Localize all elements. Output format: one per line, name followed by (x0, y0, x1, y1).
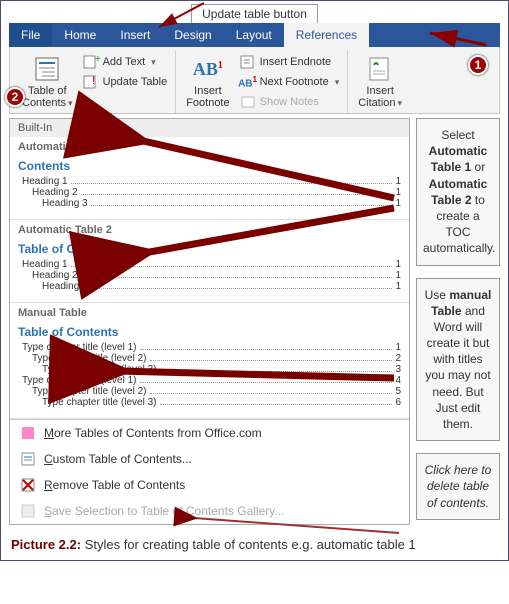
manual-rows: Type chapter title (level 1)1Type chapte… (18, 342, 401, 408)
update-table-icon: ! (83, 74, 99, 90)
citation-label: Insert Citation▾ (358, 85, 402, 109)
toc-row: Type chapter title (level 2)5 (32, 386, 401, 397)
toc-row: Heading 31 (42, 198, 401, 209)
office-icon (20, 425, 36, 441)
menu-more-office[interactable]: More Tables of Contents from Office.com (10, 420, 409, 446)
badge-1: 1 (468, 55, 488, 75)
toc-button[interactable]: Table of Contents▾ (18, 53, 77, 111)
toc-row: Heading 31 (42, 281, 401, 292)
tab-file[interactable]: File (9, 23, 52, 47)
insert-endnote-button[interactable]: Insert Endnote (238, 53, 342, 71)
auto1-heading: Contents (18, 159, 401, 173)
auto2-title: Automatic Table 2 (18, 224, 401, 236)
tab-layout[interactable]: Layout (224, 23, 284, 47)
toc-gallery: Built-In Automatic Table 1 Contents Head… (9, 118, 410, 525)
toc-row: Type chapter title (level 1)1 (22, 342, 401, 353)
gallery-item-auto2[interactable]: Automatic Table 2 Table of Contents Head… (10, 220, 409, 303)
group-citations: Insert Citation▾ (348, 51, 412, 113)
figure-caption: Picture 2.2: Styles for creating table o… (1, 529, 508, 560)
toc-label: Table of Contents▾ (22, 85, 73, 109)
toc-icon (33, 55, 61, 83)
toc-row: Type chapter title (level 3)3 (42, 364, 401, 375)
tab-design[interactable]: Design (162, 23, 223, 47)
insert-footnote-button[interactable]: AB1 Insert Footnote (182, 53, 233, 111)
callout-automatic: Select Automatic Table 1 or Automatic Ta… (416, 118, 500, 266)
svg-text:!: ! (92, 75, 95, 87)
update-table-button[interactable]: ! Update Table (81, 73, 170, 91)
ribbon-tabs: File Home Insert Design Layout Reference… (9, 23, 500, 47)
auto1-title: Automatic Table 1 (18, 141, 401, 153)
endnote-icon (240, 54, 256, 70)
gallery-item-auto1[interactable]: Automatic Table 1 Contents Heading 11Hea… (10, 137, 409, 220)
group-toc: Table of Contents▾ + Add Text▾ ! Update … (12, 51, 176, 113)
gallery-menu: More Tables of Contents from Office.com … (10, 419, 409, 524)
callout-manual: Use manual Table and Word will create it… (416, 278, 500, 442)
save-gallery-icon (20, 503, 36, 519)
menu-remove-toc[interactable]: Remove Table of Contents (10, 472, 409, 498)
insert-citation-button[interactable]: Insert Citation▾ (354, 53, 406, 111)
remove-toc-icon (20, 477, 36, 493)
add-text-button[interactable]: + Add Text▾ (81, 53, 170, 71)
gallery-header: Built-In (10, 119, 409, 137)
callout-remove: Click here to delete table of contents. (416, 453, 500, 520)
footnote-icon: AB1 (194, 55, 222, 83)
menu-save-selection: Save Selection to Table of Contents Gall… (10, 498, 409, 524)
badge-2: 2 (5, 87, 25, 107)
auto2-rows: Heading 11Heading 21Heading 31 (18, 259, 401, 292)
manual-title: Manual Table (18, 307, 401, 319)
svg-text:+: + (95, 54, 101, 65)
next-footnote-icon: AB1 (240, 74, 256, 90)
manual-heading: Table of Contents (18, 325, 401, 339)
group-footnotes: AB1 Insert Footnote Insert Endnote AB1 N… (176, 51, 348, 113)
gallery-item-manual[interactable]: Manual Table Table of Contents Type chap… (10, 303, 409, 419)
toc-row: Heading 21 (32, 270, 401, 281)
next-footnote-button[interactable]: AB1 Next Footnote▾ (238, 73, 342, 91)
toc-row: Heading 21 (32, 187, 401, 198)
update-table-label: Update table button (191, 4, 318, 24)
auto2-heading: Table of Contents (18, 242, 401, 256)
citation-icon (366, 55, 394, 83)
ribbon-body: Table of Contents▾ + Add Text▾ ! Update … (9, 47, 500, 114)
auto1-rows: Heading 11Heading 21Heading 31 (18, 176, 401, 209)
tab-insert[interactable]: Insert (108, 23, 162, 47)
toc-row: Type chapter title (level 2)2 (32, 353, 401, 364)
show-notes-icon (240, 94, 256, 110)
add-text-icon: + (83, 54, 99, 70)
toc-row: Heading 11 (22, 259, 401, 270)
upper-annotation: Update table button (1, 1, 508, 23)
custom-toc-icon (20, 451, 36, 467)
toc-row: Type chapter title (level 1)4 (22, 375, 401, 386)
show-notes-button[interactable]: Show Notes (238, 93, 342, 111)
toc-row: Heading 11 (22, 176, 401, 187)
tab-references[interactable]: References (284, 23, 369, 47)
toc-row: Type chapter title (level 3)6 (42, 397, 401, 408)
tab-home[interactable]: Home (52, 23, 108, 47)
menu-custom-toc[interactable]: Custom Table of Contents... (10, 446, 409, 472)
